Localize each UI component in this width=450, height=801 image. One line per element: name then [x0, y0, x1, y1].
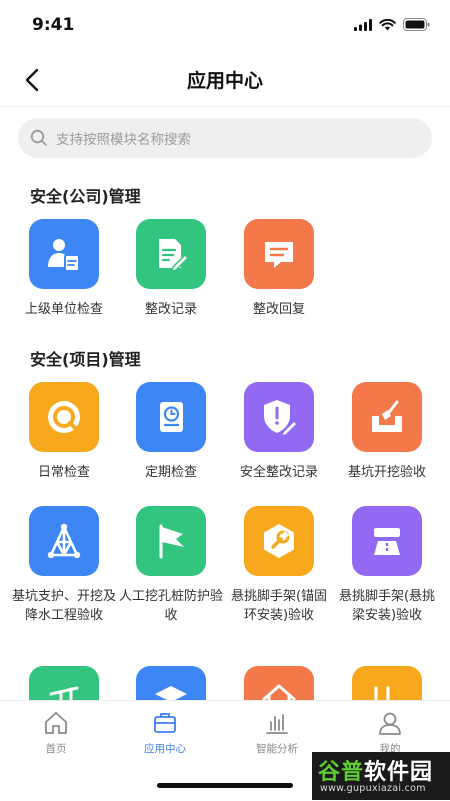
nav-bar: 应用中心 [0, 52, 450, 106]
watermark-brand-suffix: 软件园 [364, 760, 434, 785]
status-time: 9:41 [32, 15, 75, 35]
tab-smart-analysis[interactable]: 智能分析 [221, 709, 333, 756]
app-tile-label: 上级单位检查 [24, 302, 103, 317]
shield-edit-icon [244, 382, 314, 452]
app-tile-label: 人工挖孔桩防护验收 [119, 589, 224, 623]
tab-label: 首页 [45, 743, 67, 755]
target-ring-icon [29, 382, 99, 452]
watermark: 谷普软件园 www.gupuxiazai.com [312, 752, 450, 800]
road-barrier-icon [352, 506, 422, 576]
app-tile-daily-inspection[interactable]: 日常检查 [10, 382, 118, 482]
watermark-brand: 谷普软件园 [318, 754, 433, 786]
bar-chart-icon [263, 709, 291, 737]
flag-icon [136, 506, 206, 576]
app-tile-label: 基坑支护、开挖及降水工程验收 [12, 589, 117, 623]
status-icons [354, 18, 430, 31]
app-tile-cantilever-scaffold-beam[interactable]: 悬挑脚手架(悬挑梁安装)验收 [333, 506, 441, 625]
status-bar: 9:41 [0, 0, 450, 52]
app-tile-label: 悬挑脚手架(锚固环安装)验收 [230, 589, 328, 623]
clock-notebook-icon [136, 382, 206, 452]
app-tile-periodic-inspection[interactable]: 定期检查 [117, 382, 225, 482]
watermark-url: www.gupuxiazai.com [320, 783, 426, 794]
search-input[interactable]: 支持按照模块名称搜索 [18, 118, 432, 158]
truss-icon [29, 506, 99, 576]
tab-app-center[interactable]: 应用中心 [109, 709, 221, 756]
app-tile-label: 基坑开挖验收 [347, 465, 426, 480]
app-tile-label: 日常检查 [37, 465, 90, 480]
briefcase-icon [151, 709, 179, 737]
nav-divider [0, 106, 450, 107]
app-tile-cantilever-scaffold-anchor[interactable]: 悬挑脚手架(锚固环安装)验收 [225, 506, 333, 625]
cellular-signal-icon [354, 18, 372, 31]
app-tile-label: 安全整改记录 [239, 465, 318, 480]
document-edit-icon [136, 219, 206, 289]
tab-label: 应用中心 [144, 743, 186, 755]
app-tile-pit-support-acceptance[interactable]: 基坑支护、开挖及降水工程验收 [10, 506, 118, 625]
home-indicator [157, 783, 293, 788]
app-tile-rectification-reply[interactable]: 整改回复 [225, 219, 333, 319]
page-title: 应用中心 [186, 70, 263, 92]
app-tile-superior-inspection[interactable]: 上级单位检查 [10, 219, 118, 319]
shovel-pit-icon [352, 382, 422, 452]
tab-home[interactable]: 首页 [0, 709, 112, 756]
wifi-icon [379, 18, 396, 30]
app-tile-label: 整改记录 [144, 302, 197, 317]
app-tile-safety-rectification-record[interactable]: 安全整改记录 [225, 382, 333, 482]
watermark-brand-prefix: 谷普 [318, 760, 365, 785]
inspector-clipboard-icon [29, 219, 99, 289]
search-icon [30, 129, 48, 147]
wrench-hexagon-icon [244, 506, 314, 576]
app-tile-pit-excavation-acceptance[interactable]: 基坑开挖验收 [333, 382, 441, 482]
user-icon [376, 709, 404, 737]
battery-icon [403, 18, 430, 31]
app-tile-label: 悬挑脚手架(悬挑梁安装)验收 [338, 589, 436, 623]
app-tile-rectification-record[interactable]: 整改记录 [117, 219, 225, 319]
tab-mine[interactable]: 我的 [334, 709, 446, 756]
app-tile-label: 定期检查 [144, 465, 197, 480]
search-placeholder: 支持按照模块名称搜索 [56, 132, 191, 148]
section-title-company-safety: 安全(公司)管理 [30, 187, 141, 206]
section-title-project-safety: 安全(项目)管理 [30, 350, 141, 369]
app-tile-label: 整改回复 [252, 302, 305, 317]
app-tile-manual-pile-acceptance[interactable]: 人工挖孔桩防护验收 [117, 506, 225, 625]
chat-bubble-icon [244, 219, 314, 289]
home-icon [42, 709, 70, 737]
